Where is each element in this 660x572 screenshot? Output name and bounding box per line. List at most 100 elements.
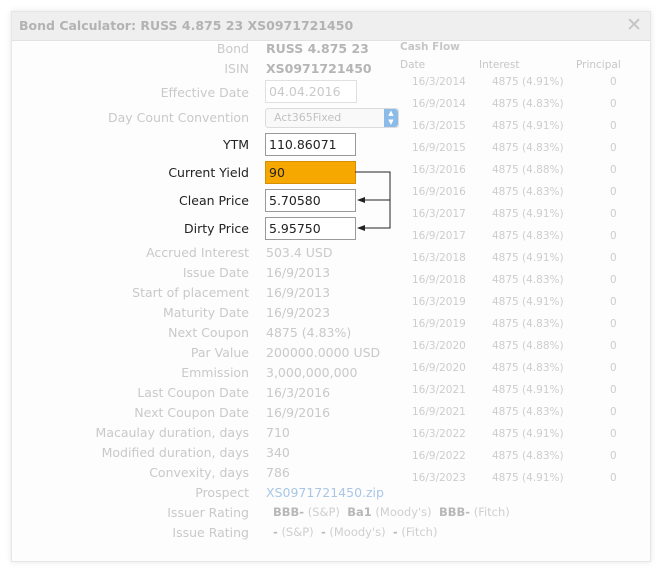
- issue-fitch: -: [392, 525, 398, 539]
- cashflow-principal: 0: [610, 362, 617, 374]
- ytm-input[interactable]: 110.86071: [265, 133, 356, 156]
- calculation-arrows-icon: [355, 171, 391, 231]
- cashflow-interest: 4875 (4.83%): [492, 98, 564, 110]
- cashflow-date: 16/9/2016: [412, 186, 466, 198]
- cashflow-interest: 4875 (4.91%): [492, 252, 564, 264]
- issue-moodys: -: [320, 525, 326, 539]
- dialog-title: Bond Calculator: RUSS 4.875 23 XS0971721…: [19, 18, 354, 33]
- info-value: 340: [266, 445, 290, 460]
- issue-fitch-tag: (Fitch): [401, 525, 438, 539]
- issue-sp-tag: (S&P): [281, 525, 314, 539]
- issuer-sp-tag: (S&P): [307, 505, 340, 519]
- cashflow-principal: 0: [610, 164, 617, 176]
- info-value: 16/9/2023: [266, 305, 331, 320]
- issuer-sp: BBB-: [273, 505, 305, 519]
- day-count-label: Day Count Convention: [107, 110, 249, 125]
- close-icon[interactable]: ✕: [626, 14, 642, 36]
- info-value: 503.4 USD: [266, 245, 333, 260]
- issuer-moodys-tag: (Moody's): [375, 505, 432, 519]
- cashflow-principal: 0: [610, 76, 617, 88]
- cashflow-principal: 0: [610, 384, 617, 396]
- cashflow-interest: 4875 (4.91%): [492, 296, 564, 308]
- cashflow-principal: 0: [610, 98, 617, 110]
- cashflow-date: 16/9/2018: [412, 274, 466, 286]
- cashflow-principal: 0: [610, 274, 617, 286]
- cashflow-date: 16/9/2015: [412, 142, 466, 154]
- cashflow-date: 16/3/2015: [412, 120, 466, 132]
- info-value: 16/3/2016: [266, 385, 331, 400]
- info-label: Accrued Interest: [146, 245, 249, 260]
- cashflow-interest: 4875 (4.91%): [492, 384, 564, 396]
- cashflow-principal: 0: [610, 230, 617, 242]
- clean-price-label: Clean Price: [179, 193, 249, 208]
- isin-value: XS0971721450: [266, 61, 372, 76]
- effective-date-label: Effective Date: [160, 85, 249, 100]
- cashflow-date: 16/3/2019: [412, 296, 466, 308]
- info-value: 16/9/2013: [266, 285, 331, 300]
- cashflow-interest: 4875 (4.91%): [492, 208, 564, 220]
- info-value: 4875 (4.83%): [266, 325, 352, 340]
- issuer-fitch-tag: (Fitch): [473, 505, 510, 519]
- issuer-rating-label: Issuer Rating: [167, 505, 249, 520]
- cashflow-col-principal: Principal: [576, 59, 621, 71]
- cashflow-interest: 4875 (4.91%): [492, 120, 564, 132]
- cashflow-principal: 0: [610, 208, 617, 220]
- cashflow-date: 16/9/2019: [412, 318, 466, 330]
- cashflow-principal: 0: [610, 296, 617, 308]
- cashflow-interest: 4875 (4.83%): [492, 450, 564, 462]
- info-label: Convexity, days: [149, 465, 249, 480]
- cashflow-principal: 0: [610, 406, 617, 418]
- cashflow-interest: 4875 (4.83%): [492, 142, 564, 154]
- cashflow-principal: 0: [610, 340, 617, 352]
- bond-label: Bond: [216, 41, 249, 56]
- cashflow-date: 16/3/2020: [412, 340, 466, 352]
- cashflow-interest: 4875 (4.88%): [492, 164, 564, 176]
- cashflow-date: 16/3/2018: [412, 252, 466, 264]
- info-label: Maturity Date: [162, 305, 249, 320]
- cashflow-date: 16/3/2022: [412, 428, 466, 440]
- cashflow-title: Cash Flow: [400, 41, 460, 53]
- issuer-fitch: BBB-: [438, 505, 471, 519]
- prospect-link[interactable]: XS0971721450.zip: [266, 485, 384, 500]
- cashflow-interest: 4875 (4.83%): [492, 186, 564, 198]
- cashflow-principal: 0: [610, 120, 617, 132]
- isin-label: ISIN: [224, 61, 249, 76]
- issue-sp: -: [273, 525, 278, 539]
- dirty-price-label: Dirty Price: [183, 221, 249, 236]
- cashflow-date: 16/3/2014: [412, 76, 466, 88]
- dirty-price-input[interactable]: 5.95750: [265, 217, 356, 240]
- ytm-label: YTM: [222, 137, 249, 152]
- cashflow-date: 16/3/2023: [412, 472, 466, 484]
- cashflow-interest: 4875 (4.83%): [492, 230, 564, 242]
- cashflow-date: 16/3/2016: [412, 164, 466, 176]
- info-label: Par Value: [190, 345, 249, 360]
- bond-value: RUSS 4.875 23: [266, 41, 369, 56]
- bond-calculator-dialog: Bond Calculator: RUSS 4.875 23 XS0971721…: [11, 11, 651, 562]
- current-yield-input[interactable]: 90: [265, 161, 356, 184]
- info-label: Last Coupon Date: [137, 385, 249, 400]
- clean-price-input[interactable]: 5.70580: [265, 189, 356, 212]
- info-value: 710: [266, 425, 290, 440]
- cashflow-date: 16/9/2014: [412, 98, 466, 110]
- cashflow-principal: 0: [610, 472, 617, 484]
- issue-moodys-tag: (Moody's): [329, 525, 386, 539]
- cashflow-interest: 4875 (4.91%): [492, 76, 564, 88]
- cashflow-principal: 0: [610, 252, 617, 264]
- cashflow-interest: 4875 (4.91%): [492, 428, 564, 440]
- cashflow-interest: 4875 (4.83%): [492, 274, 564, 286]
- info-value: 3,000,000,000: [266, 365, 358, 380]
- effective-date-input[interactable]: 04.04.2016: [265, 80, 357, 103]
- cashflow-principal: 0: [610, 318, 617, 330]
- info-label: Macaulay duration, days: [95, 425, 249, 440]
- title-bar[interactable]: Bond Calculator: RUSS 4.875 23 XS0971721…: [12, 12, 650, 41]
- issuer-moodys: Ba1: [347, 505, 372, 519]
- info-label: Emmission: [181, 365, 249, 380]
- select-arrows-icon: ▲ ▼: [384, 109, 398, 127]
- info-label: Next Coupon Date: [134, 405, 249, 420]
- cashflow-date: 16/3/2021: [412, 384, 466, 396]
- cashflow-date: 16/9/2017: [412, 230, 466, 242]
- cashflow-date: 16/9/2022: [412, 450, 466, 462]
- info-value: 200000.0000 USD: [266, 345, 381, 360]
- day-count-select[interactable]: Act365Fixed ▲ ▼: [265, 108, 399, 128]
- cashflow-interest: 4875 (4.91%): [492, 472, 564, 484]
